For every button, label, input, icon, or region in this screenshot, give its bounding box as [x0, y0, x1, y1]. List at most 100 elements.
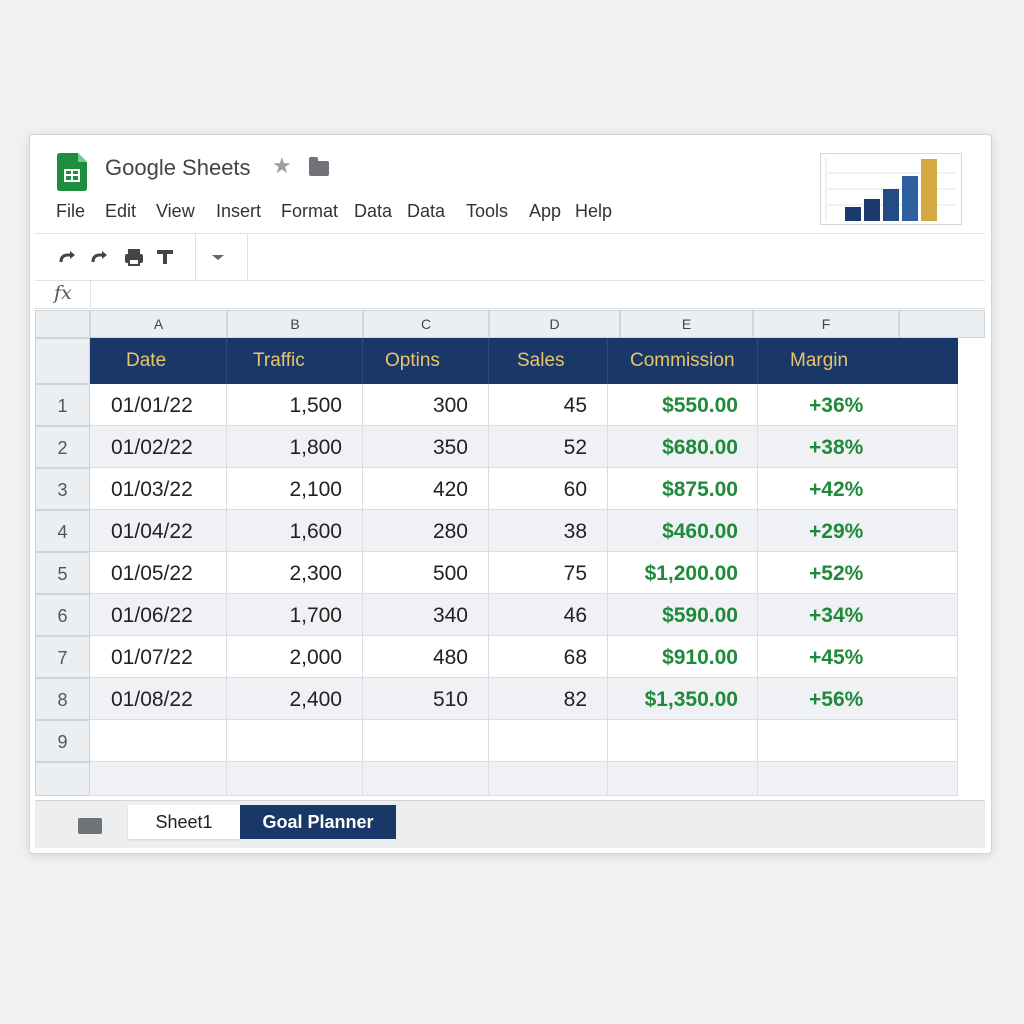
row-header-7[interactable]: 7	[35, 636, 90, 678]
cell-commission[interactable]: $460.00	[608, 510, 758, 551]
cell-margin[interactable]: +38%	[758, 426, 958, 467]
table-cell[interactable]	[489, 762, 608, 796]
cell-traffic[interactable]: 2,300	[227, 552, 363, 593]
cell-commission[interactable]: $680.00	[608, 426, 758, 467]
table-cell[interactable]	[363, 720, 489, 761]
cell-optins[interactable]: 300	[363, 384, 489, 425]
table-cell[interactable]	[758, 720, 958, 761]
star-icon[interactable]: ★	[272, 155, 292, 177]
cell-optins[interactable]: 510	[363, 678, 489, 719]
column-header-e[interactable]: E	[620, 310, 753, 338]
row-header-9[interactable]: 9	[35, 720, 90, 762]
cell-sales[interactable]: 60	[489, 468, 608, 509]
header-optins[interactable]: Optins	[363, 338, 489, 384]
cell-sales[interactable]: 68	[489, 636, 608, 677]
row-header-8[interactable]: 8	[35, 678, 90, 720]
print-icon[interactable]	[123, 246, 145, 268]
redo-icon[interactable]	[57, 246, 79, 268]
cell-sales[interactable]: 38	[489, 510, 608, 551]
menu-item-data-2[interactable]: Data	[407, 201, 445, 222]
cell-commission[interactable]: $550.00	[608, 384, 758, 425]
all-sheets-icon[interactable]	[78, 818, 102, 834]
cell-traffic[interactable]: 2,000	[227, 636, 363, 677]
cell-sales[interactable]: 46	[489, 594, 608, 635]
cell-date[interactable]: 01/06/22	[90, 594, 227, 635]
cell-traffic[interactable]: 1,800	[227, 426, 363, 467]
cell-date[interactable]: 01/01/22	[90, 384, 227, 425]
menu-item-data[interactable]: Data	[354, 201, 392, 222]
cell-traffic[interactable]: 2,100	[227, 468, 363, 509]
cell-date[interactable]: 01/08/22	[90, 678, 227, 719]
column-header-d[interactable]: D	[489, 310, 620, 338]
cell-date[interactable]: 01/03/22	[90, 468, 227, 509]
menu-item-edit[interactable]: Edit	[105, 201, 136, 222]
tab-sheet1[interactable]: Sheet1	[128, 805, 240, 839]
row-header-3[interactable]: 3	[35, 468, 90, 510]
cell-commission[interactable]: $590.00	[608, 594, 758, 635]
cell-margin[interactable]: +52%	[758, 552, 958, 593]
folder-icon[interactable]	[309, 157, 329, 176]
cell-optins[interactable]: 480	[363, 636, 489, 677]
redo-icon-2[interactable]	[89, 246, 111, 268]
tab-goal-planner[interactable]: Goal Planner	[240, 805, 396, 839]
cell-traffic[interactable]: 2,400	[227, 678, 363, 719]
cell-optins[interactable]: 420	[363, 468, 489, 509]
column-header-a[interactable]: A	[90, 310, 227, 338]
table-cell[interactable]	[90, 720, 227, 761]
header-commission[interactable]: Commission	[608, 338, 758, 384]
menu-item-view[interactable]: View	[156, 201, 195, 222]
cell-margin[interactable]: +42%	[758, 468, 958, 509]
column-header-f[interactable]: F	[753, 310, 899, 338]
row-header-5[interactable]: 5	[35, 552, 90, 594]
select-all-corner[interactable]	[35, 310, 90, 338]
table-cell[interactable]	[489, 720, 608, 761]
cell-date[interactable]: 01/07/22	[90, 636, 227, 677]
cell-optins[interactable]: 350	[363, 426, 489, 467]
table-cell[interactable]	[608, 720, 758, 761]
dropdown-arrow-icon[interactable]	[207, 246, 229, 268]
cell-date[interactable]: 01/02/22	[90, 426, 227, 467]
row-header-2[interactable]: 2	[35, 426, 90, 468]
cell-margin[interactable]: +36%	[758, 384, 958, 425]
cell-sales[interactable]: 82	[489, 678, 608, 719]
text-format-icon[interactable]	[154, 246, 176, 268]
table-cell[interactable]	[227, 762, 363, 796]
column-header-c[interactable]: C	[363, 310, 489, 338]
cell-margin[interactable]: +29%	[758, 510, 958, 551]
cell-optins[interactable]: 500	[363, 552, 489, 593]
cell-sales[interactable]: 75	[489, 552, 608, 593]
header-sales[interactable]: Sales	[489, 338, 608, 384]
cell-commission[interactable]: $1,350.00	[608, 678, 758, 719]
row-header-1[interactable]: 1	[35, 384, 90, 426]
cell-optins[interactable]: 280	[363, 510, 489, 551]
header-margin[interactable]: Margin	[758, 338, 958, 384]
cell-optins[interactable]: 340	[363, 594, 489, 635]
cell-margin[interactable]: +45%	[758, 636, 958, 677]
row-header-4[interactable]: 4	[35, 510, 90, 552]
cell-traffic[interactable]: 1,600	[227, 510, 363, 551]
cell-traffic[interactable]: 1,500	[227, 384, 363, 425]
google-sheets-logo-icon[interactable]	[57, 153, 87, 191]
cell-sales[interactable]: 45	[489, 384, 608, 425]
cell-margin[interactable]: +56%	[758, 678, 958, 719]
row-header-blank-2[interactable]	[35, 762, 90, 796]
cell-commission[interactable]: $875.00	[608, 468, 758, 509]
menu-item-app[interactable]: App	[529, 201, 561, 222]
table-cell[interactable]	[758, 762, 958, 796]
table-cell[interactable]	[90, 762, 227, 796]
cell-date[interactable]: 01/04/22	[90, 510, 227, 551]
header-traffic[interactable]: Traffic	[227, 338, 363, 384]
header-date[interactable]: Date	[90, 338, 227, 384]
column-header-blank[interactable]	[899, 310, 985, 338]
cell-sales[interactable]: 52	[489, 426, 608, 467]
menu-item-insert[interactable]: Insert	[216, 201, 261, 222]
cell-date[interactable]: 01/05/22	[90, 552, 227, 593]
menu-item-file[interactable]: File	[56, 201, 85, 222]
cell-commission[interactable]: $1,200.00	[608, 552, 758, 593]
chart-thumbnail-icon[interactable]	[820, 153, 962, 225]
table-cell[interactable]	[363, 762, 489, 796]
cell-traffic[interactable]: 1,700	[227, 594, 363, 635]
table-cell[interactable]	[227, 720, 363, 761]
column-header-b[interactable]: B	[227, 310, 363, 338]
row-header-6[interactable]: 6	[35, 594, 90, 636]
